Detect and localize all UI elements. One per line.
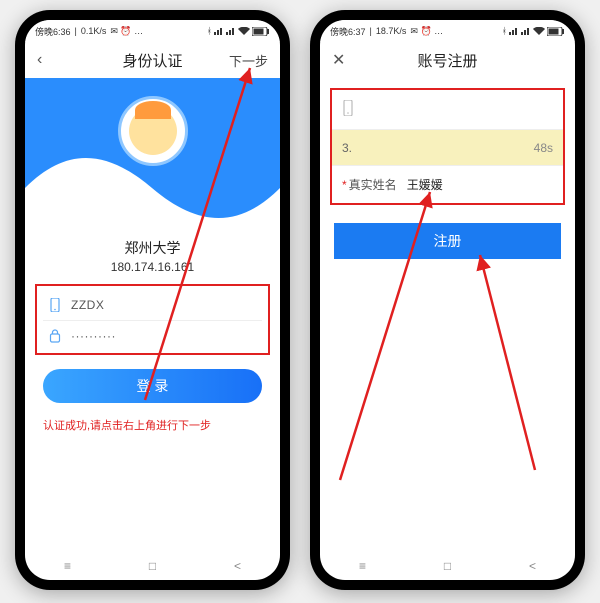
- required-mark: *: [342, 178, 347, 192]
- password-field[interactable]: ··········: [43, 321, 262, 351]
- school-block: 郑州大学 180.174.16.161: [25, 228, 280, 280]
- android-nav-bar: ≡ □ <: [25, 552, 280, 580]
- signal-icon: [226, 27, 236, 35]
- title-bar: ‹ 身份认证 下一步: [25, 42, 280, 78]
- nav-back-icon[interactable]: <: [529, 559, 536, 573]
- phone-right: 傍晚6:37 | 18.7K/s ✉ ⏰ … ᚼ: [310, 10, 585, 590]
- back-icon[interactable]: ‹: [37, 51, 42, 69]
- wifi-icon: [238, 27, 250, 35]
- real-name-row[interactable]: * 真实姓名 王媛媛: [332, 166, 563, 203]
- phone-left: 傍晚6:36 | 0.1K/s ✉ ⏰ … ᚼ: [15, 10, 290, 590]
- signal-icon: [521, 27, 531, 35]
- wifi-icon: [533, 27, 545, 35]
- status-net: 18.7K/s: [376, 26, 407, 36]
- register-button-label: 注册: [434, 231, 462, 251]
- wave-graphic: [25, 148, 280, 228]
- countdown-label: 48s: [534, 141, 553, 155]
- battery-icon: [252, 27, 270, 36]
- nav-menu-icon[interactable]: ≡: [359, 559, 366, 573]
- bluetooth-icon: ᚼ: [502, 26, 507, 36]
- status-bar: 傍晚6:37 | 18.7K/s ✉ ⏰ … ᚼ: [320, 20, 575, 42]
- nav-menu-icon[interactable]: ≡: [64, 559, 71, 573]
- username-value: ZZDX: [71, 298, 258, 312]
- login-button-label: 登 录: [137, 376, 169, 396]
- screen-right: 傍晚6:37 | 18.7K/s ✉ ⏰ … ᚼ: [320, 20, 575, 580]
- real-name-label: 真实姓名: [349, 176, 397, 193]
- code-prefix: 3.: [342, 141, 352, 155]
- ip-address: 180.174.16.161: [25, 260, 280, 274]
- nav-back-icon[interactable]: <: [234, 559, 241, 573]
- login-button[interactable]: 登 录: [43, 369, 262, 403]
- username-field[interactable]: ZZDX: [43, 290, 262, 321]
- lock-icon: [47, 328, 63, 344]
- bluetooth-icon: ᚼ: [207, 26, 212, 36]
- status-time: 傍晚6:37: [330, 25, 366, 38]
- hero-banner: [25, 78, 280, 228]
- register-button[interactable]: 注册: [334, 223, 561, 259]
- status-time: 傍晚6:36: [35, 25, 71, 38]
- registration-highlight-box: 3. 48s * 真实姓名 王媛媛: [330, 88, 565, 205]
- next-step-button[interactable]: 下一步: [229, 51, 268, 70]
- status-net: 0.1K/s: [81, 26, 107, 36]
- phone-icon: [47, 297, 63, 313]
- close-icon[interactable]: ✕: [332, 50, 345, 70]
- password-value: ··········: [71, 329, 258, 343]
- battery-icon: [547, 27, 565, 36]
- sms-code-row[interactable]: 3. 48s: [332, 130, 563, 166]
- status-extras: ✉ ⏰ …: [110, 26, 143, 37]
- android-nav-bar: ≡ □ <: [320, 552, 575, 580]
- phone-input-row[interactable]: [332, 90, 563, 130]
- screen-left: 傍晚6:36 | 0.1K/s ✉ ⏰ … ᚼ: [25, 20, 280, 580]
- page-title: 账号注册: [320, 50, 575, 71]
- status-bar: 傍晚6:36 | 0.1K/s ✉ ⏰ … ᚼ: [25, 20, 280, 42]
- nav-home-icon[interactable]: □: [149, 559, 156, 573]
- status-extras: ✉ ⏰ …: [410, 26, 443, 37]
- real-name-value: 王媛媛: [407, 176, 443, 193]
- credentials-highlight-box: ZZDX ··········: [35, 284, 270, 355]
- success-message: 认证成功,请点击右上角进行下一步: [25, 417, 280, 433]
- title-bar: ✕ 账号注册: [320, 42, 575, 78]
- nav-home-icon[interactable]: □: [444, 559, 451, 573]
- signal-icon: [214, 27, 224, 35]
- phone-icon: [342, 100, 354, 119]
- signal-icon: [509, 27, 519, 35]
- school-name: 郑州大学: [25, 238, 280, 258]
